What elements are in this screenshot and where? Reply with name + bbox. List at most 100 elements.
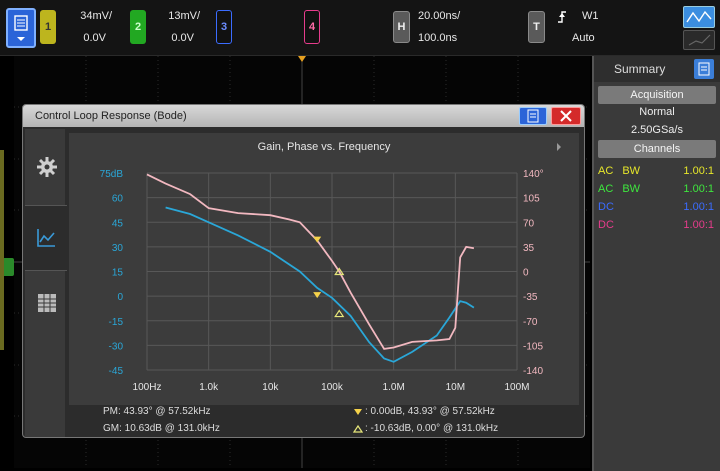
waveform-icon	[686, 10, 712, 23]
frequency-tick-label: 10M	[446, 382, 465, 393]
phase-axis-labels: 140° 105 70 35 0 -35 -70 -105 -140	[523, 169, 544, 377]
gain-tick-label: 60	[112, 194, 124, 205]
channel-2-button[interactable]: 2	[130, 10, 146, 44]
tab-chart[interactable]	[25, 205, 67, 271]
tab-settings[interactable]	[29, 139, 65, 195]
coupling: AC	[598, 183, 614, 195]
phase-tick-label: 105	[523, 194, 540, 205]
pm-gain-marker	[313, 292, 322, 299]
channel-summary-row-1: AC BW 1.00:1	[598, 162, 716, 180]
channel-1-button[interactable]: 1	[40, 10, 56, 44]
phase-trace	[146, 173, 475, 350]
bandwidth-limit: BW	[622, 183, 641, 195]
summary-panel: Summary Acquisition Normal 2.50GSa/s Cha…	[592, 56, 720, 471]
gain-tick-label: 15	[112, 268, 124, 279]
phase-tick-label: 70	[523, 218, 535, 229]
gain-tick-label: 45	[112, 218, 124, 229]
gain-axis-labels: 75dB 60 45 30 15 0 -15 -30 -45	[100, 169, 124, 377]
channel-1-offset: 0.0V	[83, 32, 106, 44]
frequency-tick-label: 100k	[321, 382, 344, 393]
sample-rate: 2.50GSa/s	[631, 124, 683, 136]
channel-summary-row-2: AC BW 1.00:1	[598, 180, 716, 198]
pm-phase-marker	[313, 236, 322, 243]
phase-tick-label: 0	[523, 268, 529, 279]
frequency-tick-label: 100M	[504, 382, 529, 393]
phase-tick-label: -70	[523, 317, 538, 328]
main-menu-button[interactable]	[6, 8, 36, 48]
trigger-mode: Auto	[572, 32, 595, 44]
frequency-tick-label: 1.0M	[383, 382, 405, 393]
cursor-1-icon	[354, 409, 362, 415]
window-close-button[interactable]	[551, 107, 581, 125]
bode-window-titlebar[interactable]: Control Loop Response (Bode)	[23, 105, 584, 127]
chart-title: Gain, Phase vs. Frequency	[258, 141, 391, 153]
frequency-axis-labels: 100Hz 1.0k 10k 100k 1.0M 10M 100M	[133, 382, 530, 393]
gain-tick-label: 75dB	[100, 169, 124, 180]
cursor-2-icon	[353, 424, 363, 433]
frequency-tick-label: 1.0k	[199, 382, 219, 393]
channel-4-button[interactable]: 4	[304, 10, 320, 44]
trigger-edge-icon	[558, 11, 566, 23]
tab-table[interactable]	[29, 275, 65, 331]
top-toolbar: 1 34mV/ 0.0V 2 13mV/ 0.0V 3 4 H 20.00ns/…	[0, 0, 720, 56]
cursor-1-readout: : 0.00dB, 43.93° @ 57.52kHz	[365, 406, 495, 417]
channel-3-button[interactable]: 3	[216, 10, 232, 44]
frequency-tick-label: 10k	[262, 382, 279, 393]
summary-menu-button[interactable]	[694, 59, 714, 79]
trigger-source: W1	[582, 10, 599, 22]
gear-icon	[37, 157, 57, 177]
probe-ratio: 1.00:1	[683, 201, 714, 213]
phase-tick-label: -105	[523, 341, 543, 352]
table-icon	[38, 294, 56, 312]
chart-icon	[37, 229, 55, 247]
channel-summary-row-3: DC 1.00:1	[598, 198, 716, 216]
phase-tick-label: 140°	[523, 169, 544, 180]
list-icon	[527, 109, 539, 123]
bode-window: Control Loop Response (Bode) Gain, Phase…	[22, 104, 585, 438]
channel-2-offset: 0.0V	[171, 32, 194, 44]
channel-summary-row-4: DC 1.00:1	[598, 216, 716, 234]
gain-margin: GM: 10.63dB @ 131.0kHz	[103, 423, 220, 434]
bode-chart: Gain, Phase vs. Frequency 75dB 60 45 30 15 0 -…	[100, 141, 561, 393]
phase-tick-label: 35	[523, 243, 535, 254]
display-mode-alt-button[interactable]	[683, 30, 715, 50]
acquisition-mode: Normal	[639, 106, 675, 118]
gain-tick-label: -45	[109, 366, 124, 377]
coupling: DC	[598, 201, 614, 213]
bode-tab-bar	[25, 129, 67, 437]
gain-tick-label: -30	[109, 341, 124, 352]
cursor-2-readout: : -10.63dB, 0.00° @ 131.0kHz	[365, 423, 499, 434]
coupling: AC	[598, 165, 614, 177]
bandwidth-limit: BW	[622, 165, 641, 177]
summary-title: Summary	[614, 62, 666, 76]
probe-ratio: 1.00:1	[683, 219, 714, 231]
frequency-tick-label: 100Hz	[133, 382, 162, 393]
phase-tick-label: -35	[523, 292, 538, 303]
channels-header[interactable]: Channels	[598, 140, 716, 158]
horizontal-delay: 100.0ns	[418, 32, 458, 44]
probe-ratio: 1.00:1	[683, 183, 714, 195]
trigger-button[interactable]: T	[528, 11, 545, 43]
coupling: DC	[598, 219, 614, 231]
phase-margin: PM: 43.93° @ 57.52kHz	[103, 406, 211, 417]
waveform-alt-icon	[688, 34, 711, 46]
horizontal-button[interactable]: H	[393, 11, 410, 43]
gain-trace	[165, 206, 475, 363]
phase-tick-label: -140	[523, 366, 543, 377]
gain-tick-label: 30	[112, 243, 124, 254]
probe-ratio: 1.00:1	[683, 165, 714, 177]
channel-1-scale: 34mV/	[80, 10, 112, 22]
chevron-right-icon[interactable]	[557, 143, 561, 151]
gm-gain-marker	[334, 309, 345, 318]
gain-tick-label: 0	[117, 292, 123, 303]
oscilloscope-screen: 1 34mV/ 0.0V 2 13mV/ 0.0V 3 4 H 20.00ns/…	[0, 0, 720, 471]
bode-chart-panel: Gain, Phase vs. Frequency 75dB 60 45 30 15 0 -…	[69, 133, 579, 405]
channel-2-scale: 13mV/	[168, 10, 200, 22]
close-icon	[560, 110, 572, 122]
acquisition-header[interactable]: Acquisition	[598, 86, 716, 104]
channel-1-trace-edge	[0, 150, 4, 350]
window-menu-button[interactable]	[519, 107, 547, 125]
display-mode-button[interactable]	[683, 6, 715, 28]
horizontal-scale: 20.00ns/	[418, 10, 461, 22]
bode-window-title: Control Loop Response (Bode)	[35, 110, 187, 122]
